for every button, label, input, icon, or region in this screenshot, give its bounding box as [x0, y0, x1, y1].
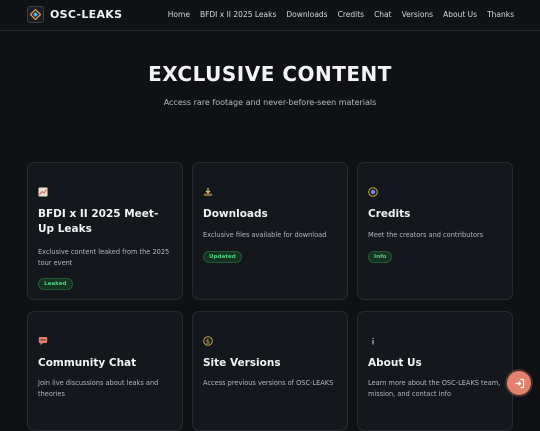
- card-title: Credits: [368, 208, 411, 220]
- card-title: BFDI x II 2025 Meet-Up Leaks: [38, 208, 159, 235]
- nav-home[interactable]: Home: [168, 10, 190, 19]
- chat-icon: [38, 331, 48, 346]
- hero-title: EXCLUSIVE CONTENT: [148, 62, 392, 86]
- status-badge: Updated: [203, 251, 242, 263]
- card-description: Meet the creators and contributors: [368, 231, 484, 239]
- nav-about-us[interactable]: About Us: [443, 10, 477, 19]
- versions-icon: $: [203, 331, 213, 346]
- brand-logo[interactable]: OSC-LEAKS: [27, 6, 122, 23]
- card-title: About Us: [368, 357, 422, 369]
- credits-icon: [368, 182, 378, 197]
- card-title: Downloads: [203, 208, 268, 220]
- card-description: Exclusive content leaked from the 2025 t…: [38, 248, 170, 267]
- card-title: Site Versions: [203, 357, 281, 369]
- nav-thanks[interactable]: Thanks: [487, 10, 514, 19]
- chart-icon: [38, 182, 48, 197]
- status-badge: Info: [368, 251, 393, 263]
- login-fab-button[interactable]: [507, 371, 531, 395]
- card-bfdi-leaks[interactable]: BFDI x II 2025 Meet-Up Leaks Exclusive c…: [27, 162, 183, 300]
- top-navbar: OSC-LEAKS Home BFDI x II 2025 Leaks Down…: [0, 0, 540, 31]
- svg-text:$: $: [206, 337, 210, 345]
- nav-downloads[interactable]: Downloads: [286, 10, 327, 19]
- login-icon: [514, 374, 525, 393]
- nav-bfdi-leaks[interactable]: BFDI x II 2025 Leaks: [200, 10, 276, 19]
- nav-chat[interactable]: Chat: [374, 10, 392, 19]
- card-description: Exclusive files available for download: [203, 231, 327, 239]
- nav-credits[interactable]: Credits: [338, 10, 364, 19]
- download-icon: [203, 182, 213, 196]
- card-community-chat[interactable]: Community Chat Join live discussions abo…: [27, 311, 183, 431]
- info-icon: [368, 331, 378, 345]
- card-description: Join live discussions about leaks and th…: [38, 379, 159, 398]
- hero-subtitle: Access rare footage and never-before-see…: [163, 98, 377, 107]
- card-downloads[interactable]: Downloads Exclusive files available for …: [192, 162, 348, 300]
- status-badge: Leaked: [38, 278, 73, 290]
- card-credits[interactable]: Credits Meet the creators and contributo…: [357, 162, 513, 300]
- card-description: Learn more about the OSC-LEAKS team, mis…: [368, 379, 501, 398]
- nav-versions[interactable]: Versions: [402, 10, 434, 19]
- card-site-versions[interactable]: $ Site Versions Access previous versions…: [192, 311, 348, 431]
- diamond-logo-icon: [27, 6, 44, 23]
- brand-name: OSC-LEAKS: [50, 8, 123, 21]
- card-description: Access previous versions of OSC-LEAKS: [203, 379, 334, 387]
- card-title: Community Chat: [38, 357, 137, 369]
- card-about-us[interactable]: About Us Learn more about the OSC-LEAKS …: [357, 311, 513, 431]
- nav-links: Home BFDI x II 2025 Leaks Downloads Cred…: [168, 10, 514, 19]
